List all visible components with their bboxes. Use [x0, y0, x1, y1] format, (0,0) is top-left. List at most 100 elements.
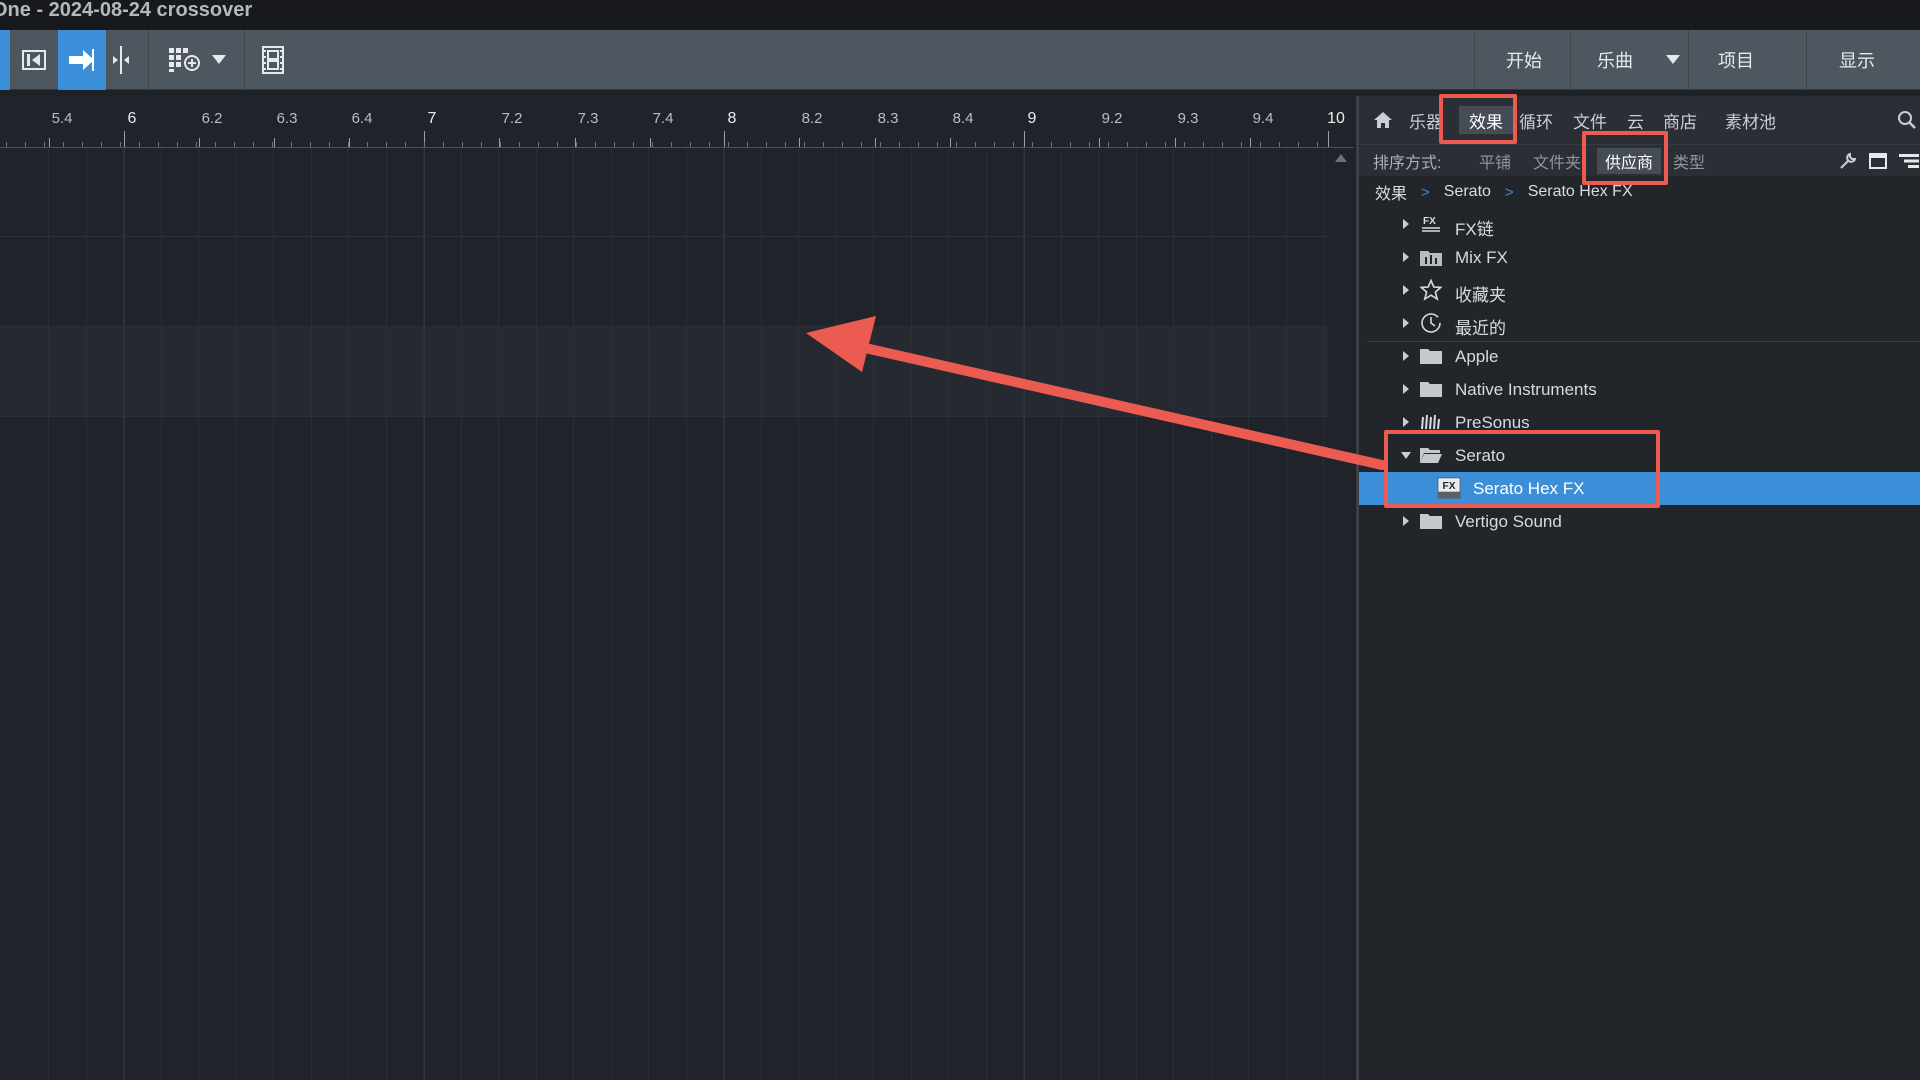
tree-item-mix-fx[interactable]: Mix FX [1359, 241, 1920, 274]
ruler-minor-tick [158, 142, 159, 147]
grid-line [86, 148, 87, 1080]
nav-project-button[interactable]: 项目 [1690, 30, 1782, 90]
ruler-minor-tick [253, 142, 254, 147]
nav-start-button[interactable]: 开始 [1480, 30, 1568, 90]
ruler-minor-tick [1032, 142, 1033, 147]
breadcrumb-serato-hex-fx[interactable]: Serato Hex FX [1528, 183, 1633, 201]
film-strip-icon[interactable] [258, 30, 288, 90]
ruler-tick [799, 138, 800, 147]
window-icon[interactable] [1869, 145, 1887, 177]
grid-add-icon[interactable] [162, 30, 206, 90]
ruler-tick [724, 131, 725, 147]
grid-line [761, 148, 762, 1080]
expand-triangle-icon[interactable] [1403, 417, 1409, 427]
list-view-icon[interactable] [1899, 145, 1919, 177]
grid-line [498, 148, 499, 1080]
ruler-label: 9.4 [1252, 110, 1274, 127]
tree-item-apple[interactable]: Apple [1359, 340, 1920, 373]
ruler-minor-tick [1127, 142, 1128, 147]
left-edge-button[interactable] [0, 30, 10, 90]
svg-text:FX: FX [1423, 216, 1436, 227]
tab-shop[interactable]: 商店 [1663, 106, 1697, 134]
expand-triangle-icon[interactable] [1403, 351, 1409, 361]
tree-item-vertigo-sound[interactable]: Vertigo Sound [1359, 505, 1920, 538]
ruler-minor-tick [994, 142, 995, 147]
arrange-timeline[interactable]: 5.4 6 6.2 6.3 6.4 7 7.2 7.3 7.4 8 8.2 8.3 8.4 9 9.2 9.3… [0, 96, 1354, 1080]
tree-item-native-instruments[interactable]: Native Instruments [1359, 373, 1920, 406]
expand-triangle-icon[interactable] [1403, 252, 1409, 262]
ruler-minor-tick [82, 142, 83, 147]
ruler-minor-tick [1298, 142, 1299, 147]
expand-triangle-icon[interactable] [1403, 285, 1409, 295]
tree-item-fx-chains[interactable]: FX FX链 [1359, 208, 1920, 241]
tab-loops[interactable]: 循环 [1519, 106, 1553, 134]
tab-cloud[interactable]: 云 [1627, 106, 1644, 134]
tab-files[interactable]: 文件 [1573, 106, 1607, 134]
expand-triangle-icon[interactable] [1403, 219, 1409, 229]
ruler-minor-tick [557, 142, 558, 147]
sort-type[interactable]: 类型 [1673, 145, 1705, 177]
expand-triangle-icon[interactable] [1403, 318, 1409, 328]
ruler-minor-tick [880, 142, 881, 147]
ruler-minor-tick [196, 142, 197, 147]
grid-line [161, 148, 162, 1080]
mix-fx-icon [1419, 246, 1443, 268]
ruler-tick [950, 138, 951, 147]
ruler-minor-tick [101, 142, 102, 147]
grid-line [611, 148, 612, 1080]
sort-label: 排序方式: [1373, 155, 1442, 172]
ruler-minor-tick [177, 142, 178, 147]
wrench-icon[interactable] [1839, 145, 1857, 177]
ruler-minor-tick [652, 142, 653, 147]
ruler-tick [1099, 138, 1100, 147]
ruler-minor-tick [63, 142, 64, 147]
ruler-tick [124, 131, 125, 147]
grid-line [648, 148, 649, 1080]
ruler-minor-tick [842, 142, 843, 147]
search-icon[interactable] [1897, 106, 1917, 134]
expand-triangle-icon[interactable] [1403, 516, 1409, 526]
selected-track-lane[interactable] [0, 326, 1328, 416]
ruler-minor-tick [709, 142, 710, 147]
track-separator [0, 236, 1328, 237]
scroll-up-arrow-icon[interactable] [1332, 150, 1350, 166]
ruler-minor-tick [481, 142, 482, 147]
home-icon[interactable] [1373, 106, 1393, 134]
ruler-minor-tick [215, 142, 216, 147]
expand-triangle-icon[interactable] [1403, 384, 1409, 394]
tab-instruments[interactable]: 乐器 [1409, 106, 1443, 134]
grid-line [948, 148, 949, 1080]
tab-pool[interactable]: 素材池 [1725, 106, 1776, 134]
chevron-down-icon[interactable] [208, 30, 230, 90]
sort-flat[interactable]: 平铺 [1479, 145, 1511, 177]
ruler-tick [49, 138, 50, 147]
grid-line [198, 148, 199, 1080]
breadcrumb-serato[interactable]: Serato [1444, 183, 1491, 201]
sort-folder[interactable]: 文件夹 [1533, 145, 1581, 177]
ruler-minor-tick [462, 142, 463, 147]
ruler-tick [875, 138, 876, 147]
annotation-box-effects-tab [1439, 94, 1517, 144]
ruler-label: 6.2 [201, 110, 223, 127]
ruler-minor-tick [424, 142, 425, 147]
grid-line-major [724, 148, 725, 1080]
tree-item-recent[interactable]: 最近的 [1359, 307, 1920, 340]
tree-item-favorites[interactable]: 收藏夹 [1359, 274, 1920, 307]
ruler-minor-tick [1222, 142, 1223, 147]
grid-line-major [1024, 148, 1025, 1080]
ruler-minor-tick [937, 142, 938, 147]
split-cursor-icon[interactable] [108, 30, 134, 90]
grid-line [348, 148, 349, 1080]
nav-song-button[interactable]: 乐曲 [1572, 30, 1658, 90]
ruler-label: 7 [427, 110, 437, 127]
song-menu-chevron-icon[interactable] [1658, 30, 1688, 90]
nav-show-button[interactable]: 显示 [1808, 30, 1906, 90]
ruler-minor-tick [1165, 142, 1166, 147]
ruler-minor-tick [728, 142, 729, 147]
grid-line [798, 148, 799, 1080]
snap-arrow-icon[interactable] [58, 30, 106, 90]
timeline-ruler[interactable]: 5.4 6 6.2 6.3 6.4 7 7.2 7.3 7.4 8 8.2 8.3 8.4 9 9.2 9.3… [0, 96, 1354, 148]
breadcrumb-effects[interactable]: 效果 [1375, 180, 1407, 204]
skip-back-icon[interactable] [14, 30, 54, 90]
ruler-minor-tick [766, 142, 767, 147]
